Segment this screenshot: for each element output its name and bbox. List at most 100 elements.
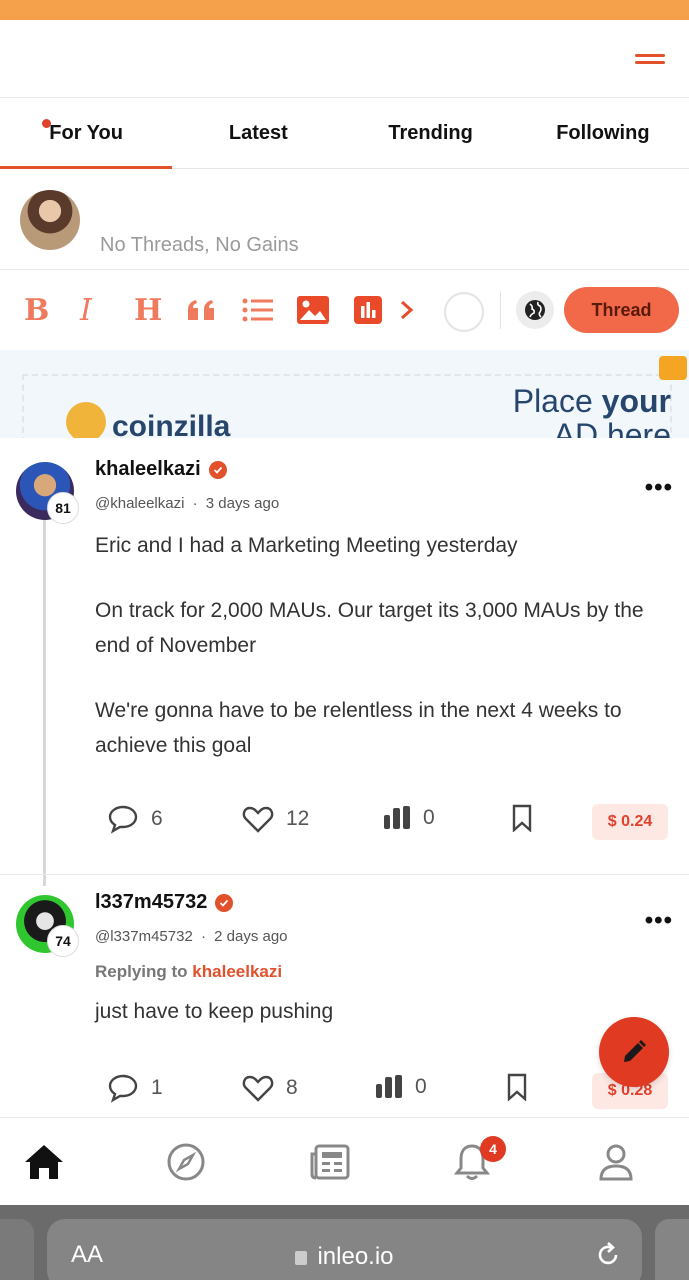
bell-icon[interactable]: 4 — [450, 1136, 506, 1184]
circle-icon[interactable] — [444, 292, 484, 332]
post-author[interactable]: l337m45732 — [95, 891, 234, 914]
post-actions: 6 12 0 $ 0.24 — [0, 804, 689, 844]
views-icon — [376, 1075, 402, 1098]
verified-icon — [208, 460, 227, 479]
username: khaleelkazi — [95, 458, 201, 480]
tab-latest[interactable]: Latest — [172, 99, 344, 168]
comment-icon — [108, 805, 138, 834]
comment-count: 1 — [151, 1076, 163, 1099]
comment-icon — [108, 1074, 138, 1103]
hamburger-menu-icon[interactable] — [633, 48, 667, 68]
more-options-icon[interactable]: ••• — [645, 474, 673, 502]
ad-badge-icon — [659, 356, 687, 380]
compass-icon[interactable] — [164, 1140, 208, 1184]
bookmark-button[interactable] — [506, 1073, 528, 1101]
avatar[interactable] — [20, 190, 80, 250]
replying-label: Replying to — [95, 962, 188, 981]
thread-composer: No Threads, No Gains — [0, 170, 689, 270]
bottom-navigation: 4 — [0, 1117, 689, 1205]
handle: @l337m45732 — [95, 928, 193, 945]
thread-post: 81 khaleelkazi @khaleelkazi · 3 days ago… — [0, 438, 689, 874]
views-count: 0 — [415, 1075, 427, 1098]
bookmark-button[interactable] — [511, 804, 533, 832]
like-button[interactable]: 12 — [242, 804, 309, 834]
browser-next-tab[interactable] — [655, 1219, 689, 1280]
url-text: inleo.io — [47, 1243, 642, 1271]
meta-separator: · — [200, 928, 206, 945]
browser-prev-tab[interactable] — [0, 1219, 34, 1280]
comment-button[interactable]: 1 — [107, 1073, 163, 1103]
ad-brand: coinzilla — [112, 410, 231, 438]
url-value: inleo.io — [317, 1243, 394, 1270]
feed-tabs: For You Latest Trending Following — [0, 99, 689, 169]
views-button[interactable]: 0 — [375, 1073, 427, 1101]
globe-icon[interactable] — [516, 291, 554, 329]
image-icon[interactable] — [297, 293, 329, 327]
pencil-icon — [624, 1040, 646, 1062]
ad-cta: Place your AD here — [513, 384, 671, 438]
heart-icon — [242, 1075, 274, 1102]
app-header — [0, 20, 689, 98]
list-icon[interactable] — [242, 293, 274, 327]
home-icon[interactable] — [22, 1140, 66, 1184]
ad-cta-bold: your — [601, 383, 671, 419]
ad-banner[interactable]: coinzilla Place your AD here — [0, 350, 689, 438]
more-options-icon[interactable]: ••• — [645, 907, 673, 935]
post-paragraph: On track for 2,000 MAUs. Our target its … — [95, 599, 644, 657]
tab-label: Trending — [388, 122, 473, 144]
heart-icon — [242, 806, 274, 833]
browser-address-bar: AA inleo.io — [0, 1205, 689, 1280]
reputation-badge: 81 — [47, 492, 79, 524]
tab-label: Latest — [228, 122, 288, 144]
bold-icon[interactable]: B — [24, 293, 49, 328]
like-count: 12 — [286, 807, 310, 830]
composer-toolbar: B I H Thread — [0, 271, 689, 349]
post-body: just have to keep pushing — [95, 994, 675, 1029]
notification-count-badge: 4 — [480, 1136, 506, 1162]
meta-separator: · — [192, 495, 198, 512]
post-body: Eric and I had a Marketing Meeting yeste… — [95, 528, 675, 763]
tab-label: For You — [49, 122, 123, 144]
tab-trending[interactable]: Trending — [345, 99, 517, 168]
tab-following[interactable]: Following — [517, 99, 689, 168]
username: l337m45732 — [95, 891, 208, 913]
user-icon[interactable] — [594, 1140, 638, 1184]
thread-post: 74 l337m45732 @l337m45732 · 2 days ago •… — [0, 875, 689, 1117]
timestamp: 2 days ago — [214, 928, 288, 945]
views-count: 0 — [423, 806, 435, 829]
reload-icon[interactable] — [594, 1241, 622, 1274]
post-paragraph: just have to keep pushing — [95, 1000, 334, 1023]
tab-label: Following — [556, 122, 650, 144]
post-paragraph: Eric and I had a Marketing Meeting yeste… — [95, 534, 518, 557]
bookmark-icon — [507, 1073, 527, 1101]
thread-submit-button[interactable]: Thread — [564, 287, 679, 333]
top-accent-strip — [0, 0, 689, 20]
url-field[interactable]: AA inleo.io — [47, 1219, 642, 1280]
post-author[interactable]: khaleelkazi — [95, 458, 227, 481]
timestamp: 3 days ago — [205, 495, 280, 512]
italic-icon[interactable]: I — [80, 293, 92, 328]
post-actions: 1 8 0 $ 0.28 — [0, 1073, 689, 1113]
replying-to: Replying to khaleelkazi — [95, 962, 282, 982]
handle: @khaleelkazi — [95, 495, 185, 512]
post-meta: @khaleelkazi · 3 days ago — [95, 495, 279, 512]
comment-button[interactable]: 6 — [107, 804, 163, 834]
bookmark-icon — [512, 804, 532, 832]
replying-to-link[interactable]: khaleelkazi — [192, 962, 282, 981]
unread-dot — [42, 119, 51, 128]
like-button[interactable]: 8 — [242, 1073, 298, 1103]
compose-fab-button[interactable] — [599, 1017, 669, 1087]
ad-cta-line2: AD here — [553, 417, 671, 438]
comment-count: 6 — [151, 807, 163, 830]
views-button[interactable]: 0 — [383, 804, 435, 832]
payout-badge[interactable]: $ 0.24 — [592, 804, 668, 840]
heading-icon[interactable]: H — [134, 293, 162, 328]
composer-input[interactable]: No Threads, No Gains — [100, 234, 299, 257]
lock-icon — [295, 1250, 308, 1265]
quote-icon[interactable] — [186, 293, 218, 327]
toolbar-divider — [500, 291, 501, 329]
chevron-right-icon[interactable] — [398, 293, 416, 327]
tab-for-you[interactable]: For You — [0, 99, 173, 169]
poll-icon[interactable] — [354, 293, 382, 327]
news-icon[interactable] — [308, 1140, 352, 1184]
